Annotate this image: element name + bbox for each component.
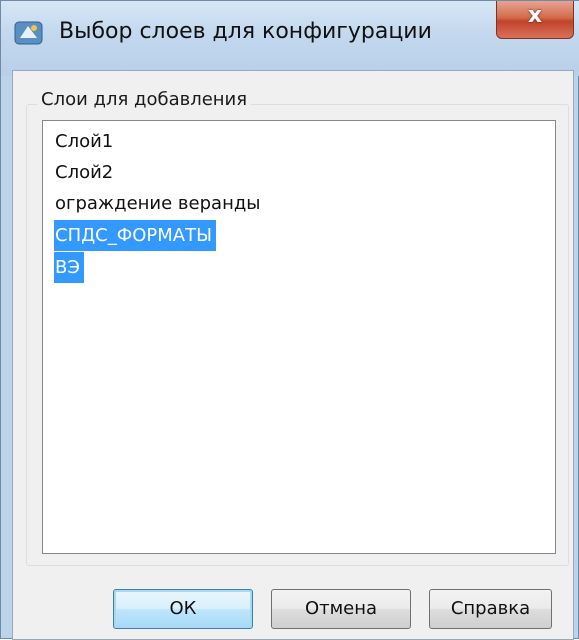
window-title: Выбор слоев для конфигурации — [59, 19, 432, 44]
layer-list-item[interactable]: ограждение веранды — [54, 188, 265, 219]
layers-listbox[interactable]: Слой1 Слой2 ограждение веранды СПДС_ФОРМАТЫ… — [42, 120, 556, 554]
layer-list-item[interactable]: Слой2 — [54, 157, 117, 188]
title-bar[interactable]: Выбор слоев для конфигурации x — [1, 1, 579, 76]
cancel-button[interactable]: Отмена — [271, 589, 411, 629]
dialog-window: Выбор слоев для конфигурации x Слои для … — [0, 0, 579, 640]
app-icon — [14, 21, 43, 45]
ok-button[interactable]: ОК — [113, 589, 253, 629]
help-button[interactable]: Справка — [429, 589, 552, 629]
layer-list-item[interactable]: Слой1 — [54, 126, 117, 157]
groupbox-label: Слои для добавления — [37, 89, 252, 110]
layer-list-item[interactable]: СПДС_ФОРМАТЫ — [54, 220, 216, 251]
close-button[interactable]: x — [496, 1, 574, 39]
layer-list-item[interactable]: ВЭ — [54, 252, 84, 283]
close-icon: x — [527, 3, 543, 28]
